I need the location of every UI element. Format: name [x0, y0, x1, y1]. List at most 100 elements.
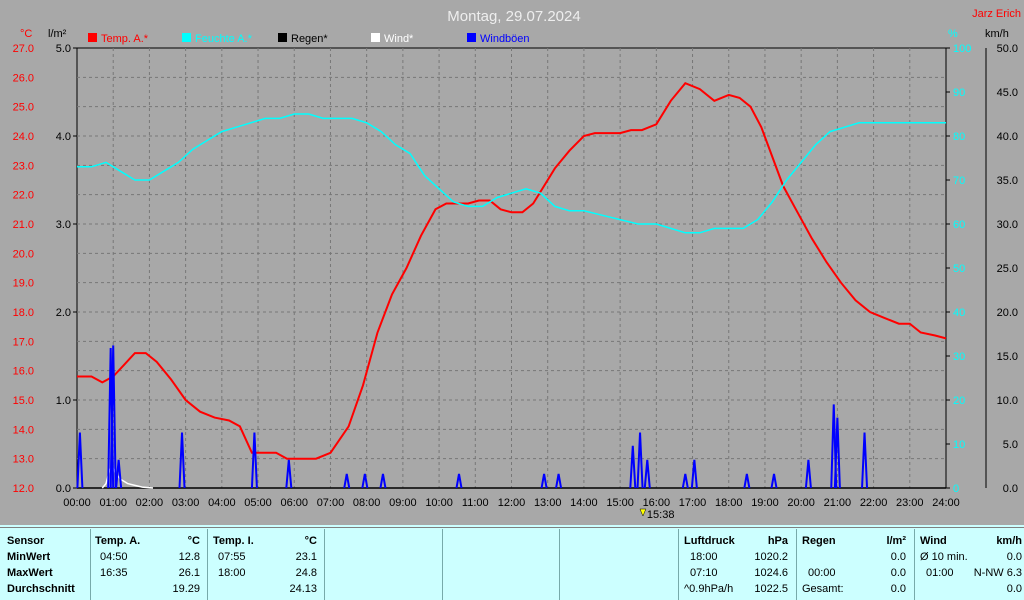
temp-i-min-value: 23.1	[295, 551, 317, 563]
rain-tick-label: 2.0	[56, 307, 71, 319]
legend: Temp. A.* Feuchte A.* Regen* Wind* Windböen	[88, 33, 530, 45]
temp-a-max-value: 26.1	[178, 567, 200, 579]
wind-max-value: N-NW 6.3	[973, 567, 1022, 579]
temp-tick-label: 27.0	[13, 43, 34, 55]
legend-swatch	[88, 33, 97, 42]
legend-label: Windböen	[480, 33, 530, 45]
temp-i-min-time: 07:55	[218, 551, 246, 563]
pressure-min-value: 1020.2	[754, 551, 788, 563]
weather-chart: Montag, 29.07.2024 Jarz Erich °C l/m² % …	[13, 8, 1021, 521]
x-tick-label: 16:00	[643, 497, 671, 509]
humidity-tick-label: 50	[953, 263, 965, 275]
wind-avg-label: Ø 10 min.	[920, 551, 968, 563]
wind-tick-label: 50.0	[997, 43, 1018, 55]
statistics-panel: Sensor MinWert MaxWert Durchschnitt Temp…	[0, 525, 1024, 600]
wind-tick-label: 25.0	[997, 263, 1018, 275]
pressure-max-time: 07:10	[690, 567, 718, 579]
rain-tick-label: 3.0	[56, 219, 71, 231]
temp-i-unit: °C	[304, 535, 317, 547]
x-tick-label: 12:00	[498, 497, 526, 509]
humidity-tick-label: 0	[953, 483, 959, 495]
wind-tick-label: 35.0	[997, 175, 1018, 187]
temp-a-header: Temp. A.	[95, 535, 141, 547]
humidity-tick-label: 70	[953, 175, 965, 187]
humidity-tick-label: 10	[953, 439, 965, 451]
left-temp-axis-label: °C	[20, 28, 32, 40]
wind-tick-label: 15.0	[997, 351, 1018, 363]
temp-tick-label: 22.0	[13, 190, 34, 202]
pressure-trend: ^0.9hPa/h	[684, 583, 734, 595]
x-tick-label: 05:00	[244, 497, 272, 509]
temp-tick-label: 26.0	[13, 72, 34, 84]
x-tick-label: 08:00	[353, 497, 381, 509]
temp-tick-label: 25.0	[13, 102, 34, 114]
legend-label: Feuchte A.*	[195, 33, 253, 45]
x-tick-label: 03:00	[172, 497, 200, 509]
temp-tick-label: 19.0	[13, 278, 34, 290]
temp-tick-label: 14.0	[13, 424, 34, 436]
sensor-header: Sensor	[7, 535, 45, 547]
legend-swatch	[278, 33, 287, 42]
chart-title: Montag, 29.07.2024	[447, 8, 580, 25]
x-tick-label: 20:00	[787, 497, 815, 509]
pressure-min-time: 18:00	[690, 551, 718, 563]
time-marker: 15:38	[639, 508, 674, 521]
rain-unit: l/m²	[886, 535, 906, 547]
x-tick-label: 10:00	[425, 497, 453, 509]
temp-tick-label: 17.0	[13, 336, 34, 348]
right-hum-axis-label: %	[948, 28, 958, 40]
rain-max-value: 0.0	[890, 567, 906, 579]
x-tick-label: 02:00	[136, 497, 164, 509]
row-label-avg: Durchschnitt	[7, 583, 75, 595]
temp-tick-label: 21.0	[13, 219, 34, 231]
temp-tick-label: 15.0	[13, 395, 34, 407]
temp-a-unit: °C	[187, 535, 200, 547]
rain-tick-label: 4.0	[56, 131, 71, 143]
x-tick-label: 06:00	[280, 497, 308, 509]
humidity-tick-label: 20	[953, 395, 965, 407]
wind-tick-label: 45.0	[997, 87, 1018, 99]
separator	[559, 529, 560, 600]
x-tick-label: 13:00	[534, 497, 562, 509]
x-tick-label: 23:00	[896, 497, 924, 509]
temp-i-avg-value: 24.13	[289, 583, 317, 595]
rain-min-value: 0.0	[890, 551, 906, 563]
humidity-tick-label: 80	[953, 131, 965, 143]
x-tick-label: 22:00	[860, 497, 888, 509]
x-tick-label: 19:00	[751, 497, 779, 509]
temp-tick-label: 24.0	[13, 131, 34, 143]
wind-tick-label: 40.0	[997, 131, 1018, 143]
x-tick-label: 01:00	[99, 497, 127, 509]
time-marker-icon	[639, 508, 647, 517]
wind-tick-label: 5.0	[1003, 439, 1018, 451]
wind-tick-label: 10.0	[997, 395, 1018, 407]
x-tick-label: 09:00	[389, 497, 417, 509]
separator	[90, 529, 91, 600]
wind-third-value: 0.0	[1006, 583, 1022, 595]
temp-tick-label: 13.0	[13, 454, 34, 466]
wind-tick-label: 0.0	[1003, 483, 1018, 495]
rain-tick-label: 0.0	[56, 483, 71, 495]
rain-header: Regen	[802, 535, 836, 547]
legend-label: Wind*	[384, 33, 414, 45]
x-tick-label: 15:00	[606, 497, 634, 509]
temp-a-min-value: 12.8	[178, 551, 200, 563]
separator	[324, 529, 325, 600]
separator	[678, 529, 679, 600]
temp-tick-label: 18.0	[13, 307, 34, 319]
legend-swatch	[182, 33, 191, 42]
x-tick-label: 21:00	[824, 497, 852, 509]
legend-label: Temp. A.*	[101, 33, 149, 45]
temp-a-max-time: 16:35	[100, 567, 128, 579]
temp-a-avg-value: 19.29	[172, 583, 200, 595]
x-tick-label: 24:00	[932, 497, 960, 509]
wind-header: Wind	[920, 535, 947, 547]
humidity-tick-label: 100	[953, 43, 971, 55]
humidity-tick-label: 90	[953, 87, 965, 99]
temp-i-max-time: 18:00	[218, 567, 246, 579]
x-tick-label: 11:00	[462, 497, 489, 509]
row-label-min: MinWert	[7, 551, 51, 563]
humidity-tick-label: 40	[953, 307, 965, 319]
rain-tick-label: 5.0	[56, 43, 71, 55]
temp-tick-label: 16.0	[13, 366, 34, 378]
